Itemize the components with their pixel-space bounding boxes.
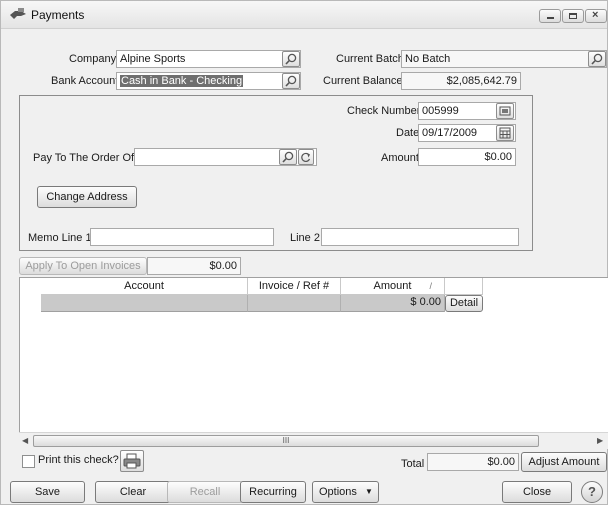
row-detail-button[interactable]: Detail <box>445 295 483 312</box>
calendar-button[interactable] <box>496 125 514 141</box>
close-button[interactable]: Close <box>502 481 572 503</box>
date-label: Date <box>396 127 420 139</box>
options-label: Options <box>319 486 357 498</box>
clear-button[interactable]: Clear <box>95 481 171 503</box>
column-header-invoice[interactable]: Invoice / Ref # <box>248 278 341 295</box>
calendar-icon <box>499 127 511 139</box>
scroll-grip: III <box>282 436 290 445</box>
total-field: $0.00 <box>427 453 519 471</box>
total-value: $0.00 <box>487 456 515 468</box>
check-number-icon <box>499 106 511 116</box>
row-invoice-cell[interactable] <box>248 295 341 312</box>
apply-amount-field: $0.00 <box>147 257 241 275</box>
row-amount-cell[interactable]: $ 0.00 <box>341 295 445 312</box>
check-number-label: Check Number <box>347 105 421 117</box>
maximize-icon <box>569 13 577 19</box>
apply-amount-value: $0.00 <box>209 260 237 272</box>
adjust-amount-button[interactable]: Adjust Amount <box>521 452 607 472</box>
current-batch-value: No Batch <box>405 53 451 65</box>
magnifier-icon <box>285 75 297 87</box>
printer-icon <box>123 453 141 469</box>
payments-window: Payments × Company Alpine Sports Bank Ac… <box>0 0 608 505</box>
window-title: Payments <box>31 8 85 22</box>
scroll-right-icon[interactable]: ▶ <box>597 436 603 445</box>
row-amount-value: $ 0.00 <box>410 296 441 308</box>
printer-button[interactable] <box>120 450 144 472</box>
amount-label: Amount <box>381 152 419 164</box>
current-balance-value: $2,085,642.79 <box>446 75 517 87</box>
distribution-grid: Account Invoice / Ref # Amount / $ 0.00 … <box>19 277 608 432</box>
memo-line-2-label: Line 2 <box>290 232 320 244</box>
magnifier-icon <box>591 53 603 65</box>
company-field[interactable]: Alpine Sports <box>116 50 301 68</box>
column-header-amount[interactable]: Amount / <box>341 278 445 295</box>
options-button[interactable]: Options ▼ <box>312 481 379 503</box>
bank-account-field[interactable]: Cash in Bank - Checking <box>116 72 301 90</box>
horizontal-scrollbar[interactable]: ◀ III ▶ <box>19 432 608 449</box>
company-value: Alpine Sports <box>120 53 186 65</box>
apply-open-invoices-button[interactable]: Apply To Open Invoices <box>19 257 147 275</box>
date-value: 09/17/2009 <box>422 127 478 139</box>
company-lookup-button[interactable] <box>282 51 300 67</box>
refresh-icon <box>301 152 311 163</box>
maximize-button[interactable] <box>562 9 584 23</box>
scroll-left-icon[interactable]: ◀ <box>22 436 28 445</box>
dropdown-arrow-icon: ▼ <box>365 487 373 496</box>
check-number-button[interactable] <box>496 103 514 119</box>
company-label: Company <box>69 53 117 65</box>
close-window-button[interactable]: × <box>585 9 607 23</box>
batch-lookup-button[interactable] <box>588 51 606 67</box>
save-button[interactable]: Save <box>10 481 85 503</box>
check-frame: Check Number 005999 Date 09/17/2009 Pay … <box>19 95 533 251</box>
check-number-value: 005999 <box>422 105 459 117</box>
magnifier-icon <box>285 53 297 65</box>
help-icon: ? <box>588 484 596 499</box>
change-address-button[interactable]: Change Address <box>37 186 137 208</box>
scroll-thumb[interactable]: III <box>33 435 539 447</box>
payment-hand-icon <box>10 8 26 19</box>
bank-account-value: Cash in Bank - Checking <box>120 75 244 87</box>
memo-line-2-field[interactable] <box>321 228 519 246</box>
current-balance-label: Current Balance <box>323 75 403 87</box>
print-check-checkbox[interactable] <box>22 455 35 468</box>
amount-value: $0.00 <box>484 151 512 163</box>
column-header-invoice-label: Invoice / Ref # <box>258 280 330 292</box>
print-check-label: Print this check? <box>38 454 119 466</box>
pay-to-label: Pay To The Order Of <box>33 152 135 164</box>
memo-line-1-field[interactable] <box>90 228 274 246</box>
minimize-icon <box>547 17 554 19</box>
minimize-button[interactable] <box>539 9 561 23</box>
bank-account-lookup-button[interactable] <box>282 73 300 89</box>
sort-indicator-icon: / <box>429 281 432 291</box>
memo-line-1-label: Memo Line 1 <box>28 232 92 244</box>
payee-refresh-button[interactable] <box>298 149 314 165</box>
close-icon: × <box>592 9 599 21</box>
row-account-cell[interactable] <box>41 295 248 312</box>
column-header-account-label: Account <box>124 280 164 292</box>
help-button[interactable]: ? <box>581 481 603 503</box>
recall-button[interactable]: Recall <box>167 481 243 503</box>
magnifier-icon <box>282 151 294 163</box>
amount-field[interactable]: $0.00 <box>418 148 516 166</box>
column-header-amount-label: Amount <box>373 280 412 292</box>
total-label: Total <box>401 458 425 470</box>
recurring-button[interactable]: Recurring <box>240 481 306 503</box>
column-header-account[interactable]: Account <box>41 278 248 295</box>
column-header-detail <box>445 278 483 295</box>
current-batch-field[interactable]: No Batch <box>401 50 607 68</box>
current-balance-field: $2,085,642.79 <box>401 72 521 90</box>
bank-account-label: Bank Account <box>51 75 119 87</box>
current-batch-label: Current Batch <box>336 53 404 65</box>
payee-lookup-button[interactable] <box>279 149 297 165</box>
title-bar: Payments × <box>1 1 607 29</box>
